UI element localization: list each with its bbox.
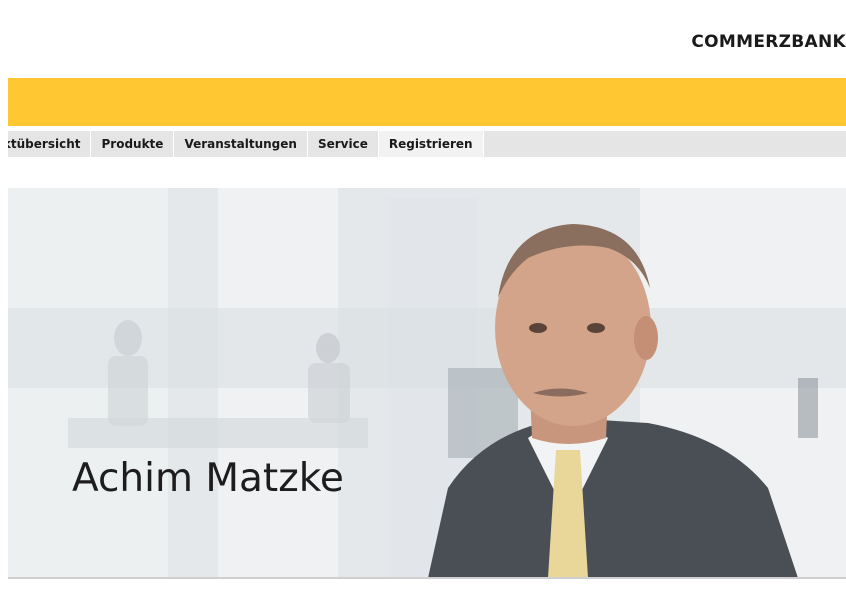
nav-item-marktuebersicht[interactable]: rktübersicht (8, 131, 92, 157)
hero-photo (8, 188, 846, 578)
page: COMMERZBANK rktübersicht Produkte Verans… (0, 0, 846, 590)
nav-item-registrieren[interactable]: Registrieren (378, 131, 484, 157)
nav-item-service[interactable]: Service (307, 131, 379, 157)
nav-item-produkte[interactable]: Produkte (91, 131, 175, 157)
main-navigation: rktübersicht Produkte Veranstaltungen Se… (8, 131, 846, 157)
hero-person-name: Achim Matzke (72, 456, 344, 501)
hero-banner: Achim Matzke (8, 188, 846, 578)
hero-divider (8, 577, 846, 579)
brand-band (8, 78, 846, 126)
nav-item-veranstaltungen[interactable]: Veranstaltungen (174, 131, 308, 157)
commerzbank-logo[interactable]: COMMERZBANK (691, 32, 846, 52)
